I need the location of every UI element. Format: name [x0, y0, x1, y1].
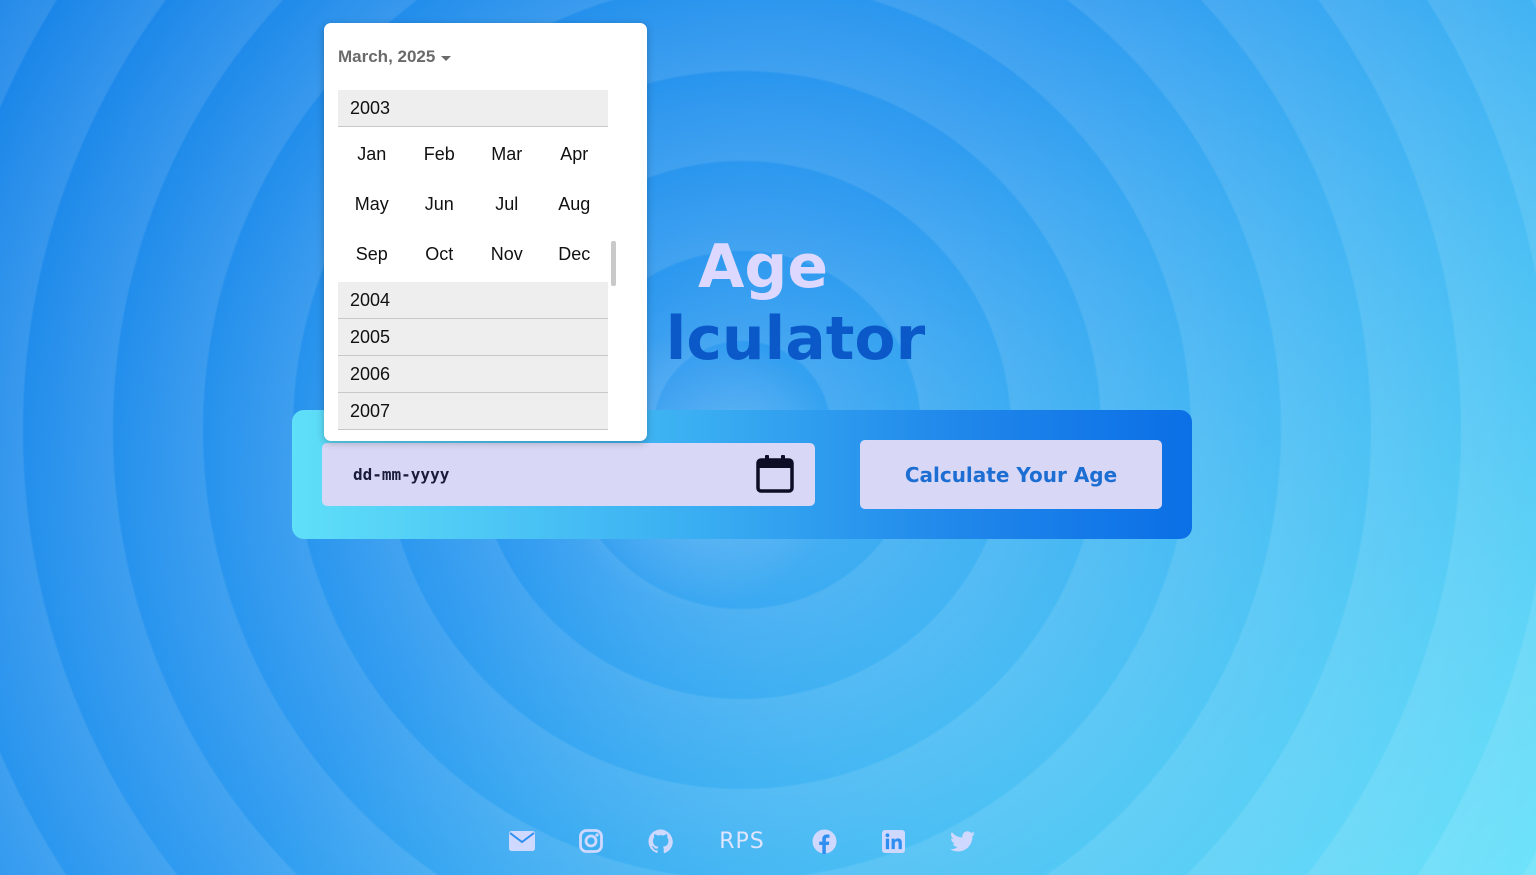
year-row-expanded[interactable]: 2003 [338, 90, 608, 127]
year-row[interactable]: 2006 [338, 356, 608, 393]
calendar-icon[interactable] [755, 454, 795, 494]
month-aug[interactable]: Aug [541, 179, 609, 229]
github-icon[interactable] [647, 824, 673, 858]
month-oct[interactable]: Oct [406, 229, 474, 279]
picker-header-label: March, 2025 [338, 47, 436, 66]
page-title-line-2: lculator [665, 304, 926, 374]
month-sep[interactable]: Sep [338, 229, 406, 279]
year-row[interactable]: 2005 [338, 319, 608, 356]
page-title-line-1: Age [697, 232, 829, 302]
month-jul[interactable]: Jul [473, 179, 541, 229]
month-grid: Jan Feb Mar Apr May Jun Jul Aug Sep Oct … [338, 127, 608, 282]
year-list: 2003 Jan Feb Mar Apr May Jun Jul Aug Sep… [338, 90, 608, 430]
month-apr[interactable]: Apr [541, 129, 609, 179]
month-may[interactable]: May [338, 179, 406, 229]
month-year-picker: March, 2025 2003 Jan Feb Mar Apr May Jun… [324, 23, 647, 441]
year-row[interactable]: 2004 [338, 282, 608, 319]
email-icon[interactable] [508, 824, 536, 858]
picker-header-dropdown[interactable]: March, 2025 [338, 47, 452, 67]
birthdate-placeholder: dd-mm-yyyy [353, 465, 450, 484]
month-feb[interactable]: Feb [406, 129, 474, 179]
caret-down-icon [441, 55, 452, 61]
facebook-icon[interactable] [811, 824, 837, 858]
instagram-icon[interactable] [578, 824, 604, 858]
month-jun[interactable]: Jun [406, 179, 474, 229]
calculate-age-button[interactable]: Calculate Your Age [860, 440, 1162, 509]
rps-link[interactable]: RPS [716, 824, 768, 858]
month-jan[interactable]: Jan [338, 129, 406, 179]
month-mar[interactable]: Mar [473, 129, 541, 179]
month-nov[interactable]: Nov [473, 229, 541, 279]
year-row[interactable]: 2007 [338, 393, 608, 430]
month-dec[interactable]: Dec [541, 229, 609, 279]
footer-links: RPS [0, 824, 1536, 858]
birthdate-input[interactable]: dd-mm-yyyy [322, 443, 815, 506]
picker-scrollbar[interactable] [611, 241, 616, 286]
twitter-icon[interactable] [949, 824, 975, 858]
linkedin-icon[interactable] [881, 824, 905, 858]
